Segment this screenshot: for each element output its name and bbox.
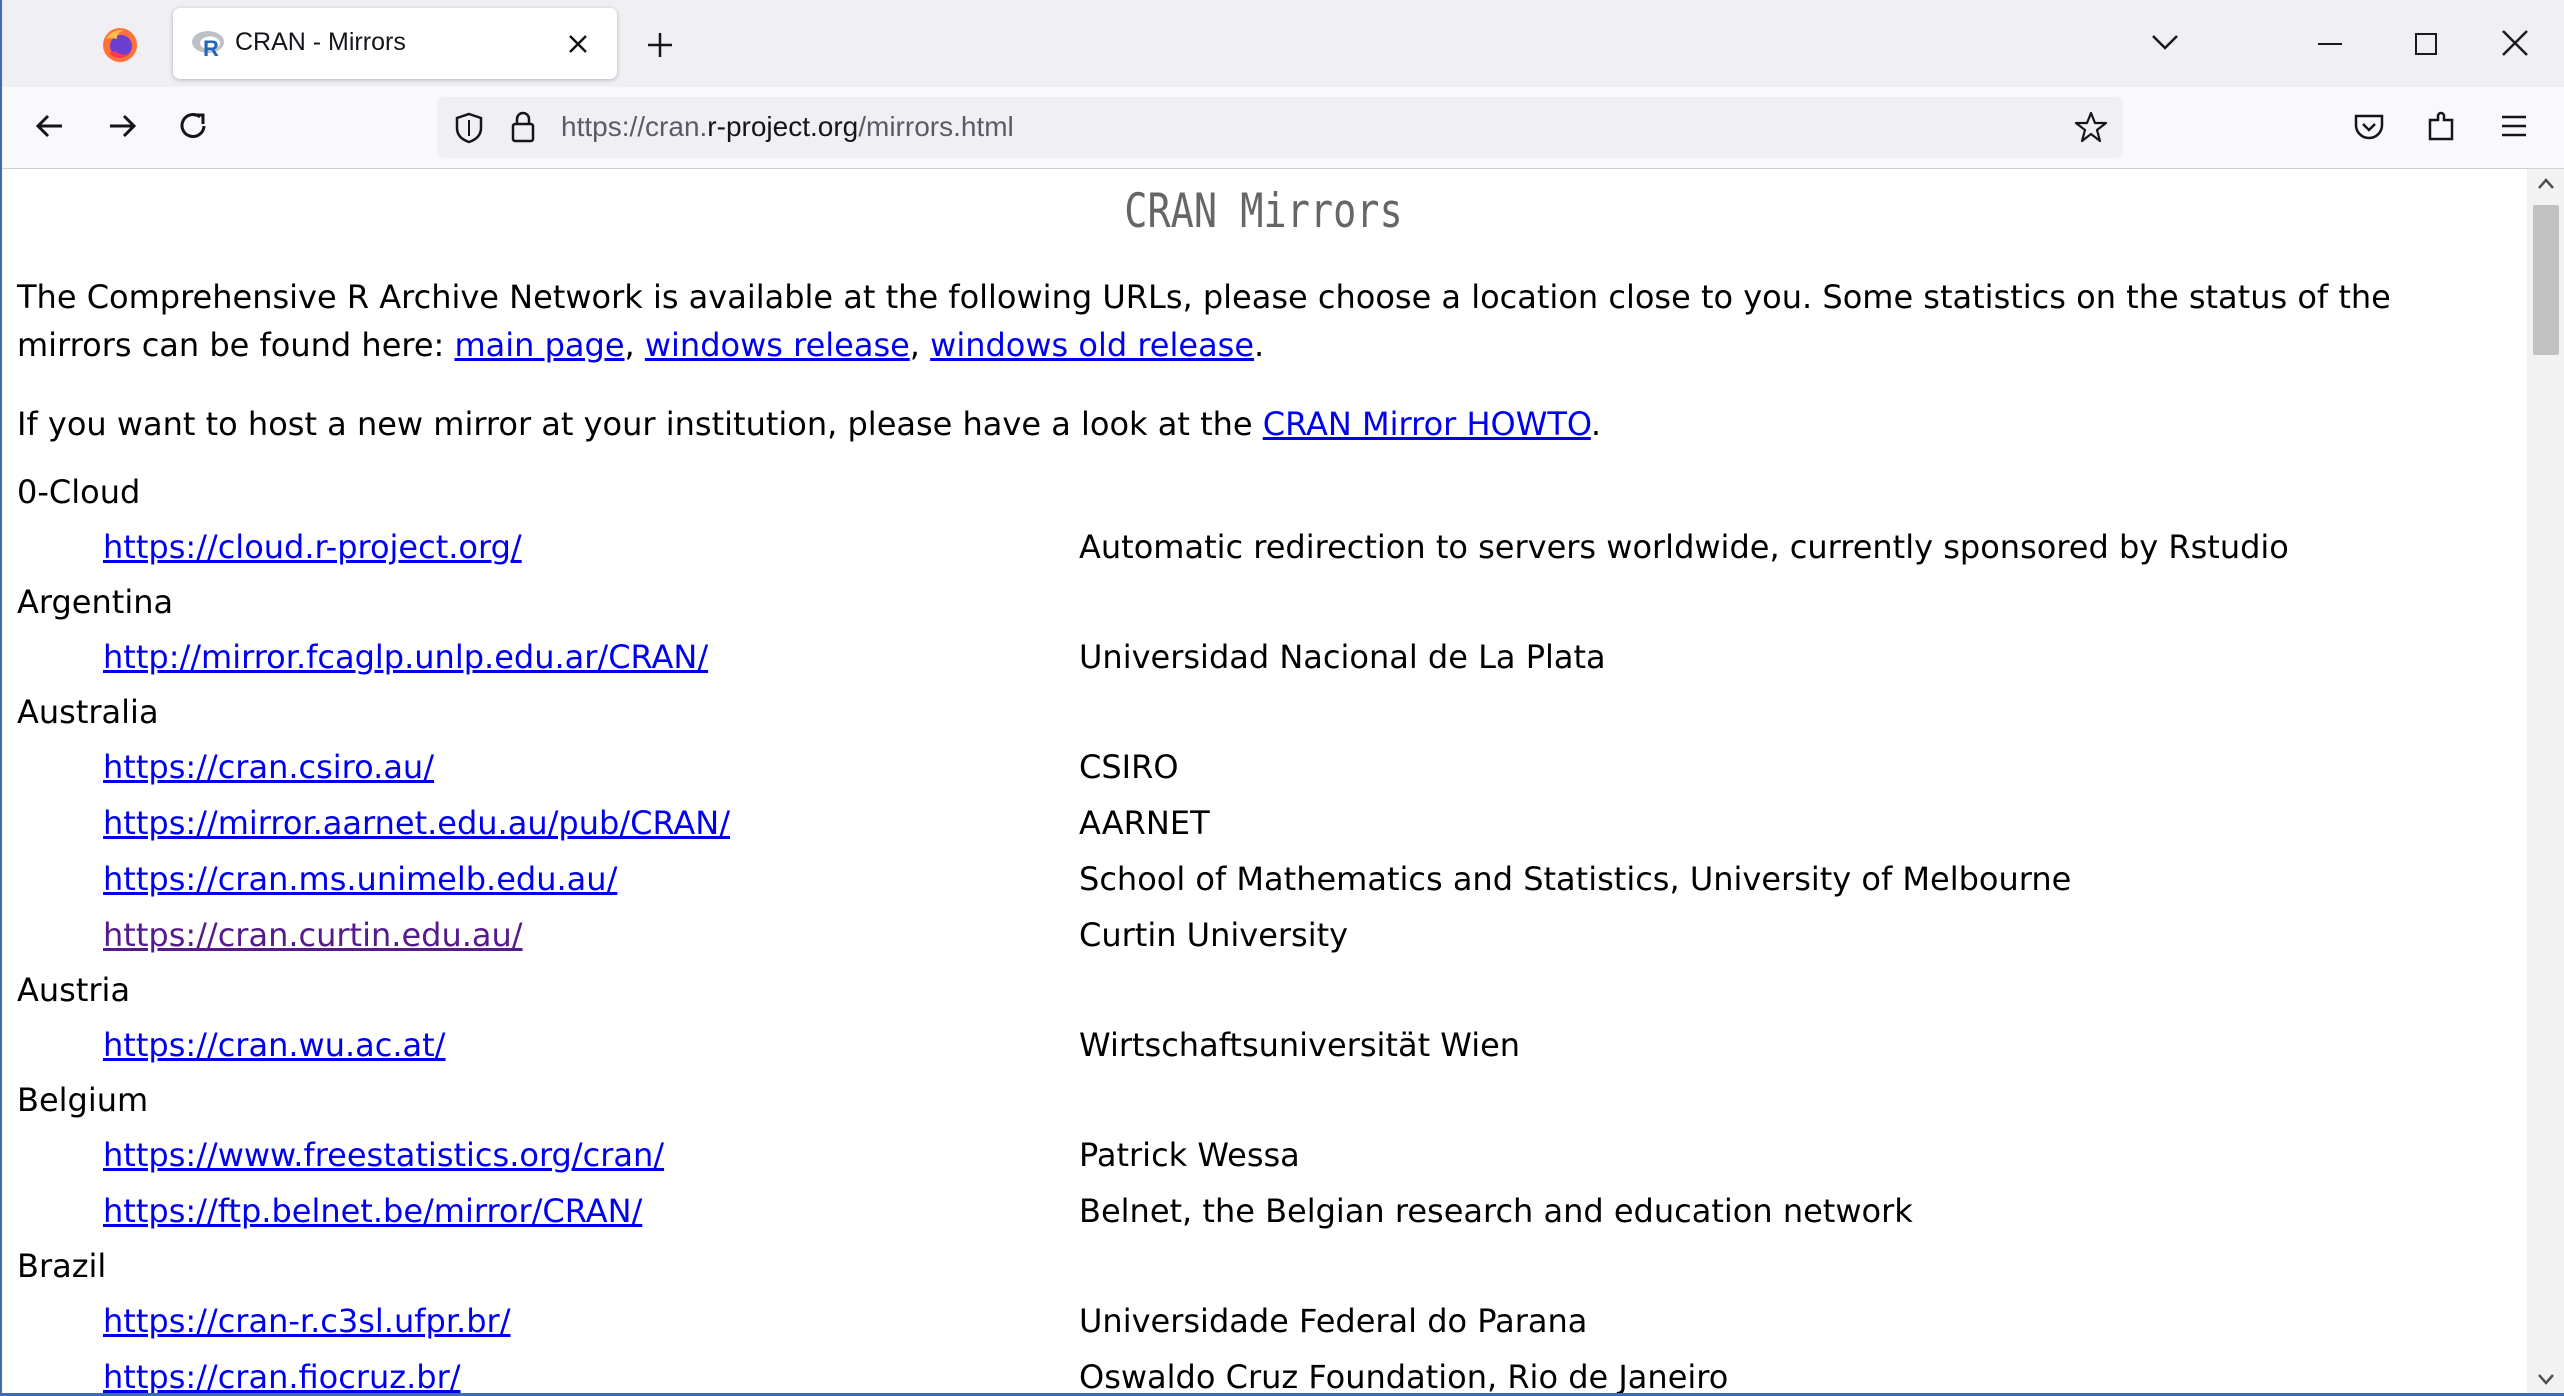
mirror-row: https://cran.wu.ac.at/Wirtschaftsunivers… — [0, 1017, 2527, 1073]
mirror-row: https://cloud.r-project.org/Automatic re… — [0, 519, 2527, 575]
country-heading: Belgium — [17, 1081, 149, 1119]
mirror-row: https://cran.fiocruz.br/Oswaldo Cruz Fou… — [0, 1349, 2527, 1396]
tab-cran-mirrors[interactable]: R CRAN - Mirrors — [173, 8, 617, 79]
main-page-link[interactable]: main page — [454, 326, 624, 364]
mirror-link[interactable]: https://cran.ms.unimelb.edu.au/ — [103, 851, 617, 907]
mirror-host: Wirtschaftsuniversität Wien — [1079, 1026, 1521, 1064]
mirror-host: School of Mathematics and Statistics, Un… — [1079, 860, 2072, 898]
scroll-down-arrow-icon[interactable] — [2537, 1372, 2555, 1386]
mirror-link[interactable]: https://cran-r.c3sl.ufpr.br/ — [103, 1293, 510, 1349]
windows-old-release-link[interactable]: windows old release — [930, 326, 1254, 364]
mirror-link[interactable]: https://mirror.aarnet.edu.au/pub/CRAN/ — [103, 795, 730, 851]
mirror-host: AARNET — [1079, 804, 1210, 842]
mirror-link[interactable]: https://cran.wu.ac.at/ — [103, 1017, 445, 1073]
url-text[interactable]: https://cran.r-project.org/mirrors.html — [561, 111, 1014, 143]
tab-strip: R CRAN - Mirrors — [0, 0, 2564, 87]
address-bar[interactable]: https://cran.r-project.org/mirrors.html — [437, 97, 2123, 158]
chevron-down-icon[interactable] — [2150, 32, 2180, 52]
page-title: CRAN Mirrors — [1124, 184, 1403, 239]
hamburger-menu-icon[interactable] — [2492, 104, 2536, 148]
country-heading: Brazil — [17, 1247, 107, 1285]
puzzle-icon[interactable] — [2420, 104, 2464, 148]
mirror-link[interactable]: https://cran.curtin.edu.au/ — [103, 907, 523, 963]
mirror-host: Universidad Nacional de La Plata — [1079, 638, 1606, 676]
url-path: /mirrors.html — [858, 111, 1014, 142]
country-heading: Austria — [17, 971, 131, 1009]
mirror-link[interactable]: https://ftp.belnet.be/mirror/CRAN/ — [103, 1183, 642, 1239]
close-icon[interactable] — [565, 31, 591, 57]
mirror-row: https://www.freestatistics.org/cran/Patr… — [0, 1127, 2527, 1183]
pocket-icon[interactable] — [2347, 104, 2391, 148]
windows-release-link[interactable]: windows release — [645, 326, 910, 364]
url-domain: r-project.org — [707, 111, 859, 142]
mirror-link[interactable]: https://cran.csiro.au/ — [103, 739, 434, 795]
navigation-toolbar: https://cran.r-project.org/mirrors.html — [0, 87, 2564, 169]
mirror-host: Patrick Wessa — [1079, 1136, 1300, 1174]
window-frame-left — [0, 0, 2, 1396]
lock-icon[interactable] — [509, 109, 537, 145]
scroll-up-arrow-icon[interactable] — [2537, 177, 2555, 191]
mirror-list: 0-Cloud https://cloud.r-project.org/Autom… — [0, 465, 2527, 1396]
mirror-link[interactable]: https://cran.fiocruz.br/ — [103, 1349, 461, 1396]
host-paragraph: If you want to host a new mirror at your… — [17, 405, 1601, 443]
mirror-host: Automatic redirection to servers worldwi… — [1079, 528, 2289, 566]
mirror-row: http://mirror.fcaglp.unlp.edu.ar/CRAN/Un… — [0, 629, 2527, 685]
r-logo-icon: R — [192, 31, 224, 59]
url-prefix: https://cran. — [561, 111, 708, 142]
maximize-button[interactable] — [2415, 33, 2437, 55]
mirror-link[interactable]: http://mirror.fcaglp.unlp.edu.ar/CRAN/ — [103, 629, 708, 685]
svg-text:R: R — [203, 36, 219, 59]
host-text: If you want to host a new mirror at your… — [17, 405, 1263, 443]
firefox-logo-icon[interactable] — [100, 25, 140, 65]
forward-arrow-icon[interactable] — [100, 104, 144, 148]
reload-icon[interactable] — [172, 104, 216, 148]
mirror-host: Belnet, the Belgian research and educati… — [1079, 1192, 1913, 1230]
mirror-link[interactable]: https://www.freestatistics.org/cran/ — [103, 1127, 664, 1183]
mirror-row: https://ftp.belnet.be/mirror/CRAN/Belnet… — [0, 1183, 2527, 1239]
mirror-host: CSIRO — [1079, 748, 1179, 786]
mirror-host: Oswaldo Cruz Foundation, Rio de Janeiro — [1079, 1358, 1729, 1396]
country-heading: Argentina — [17, 583, 174, 621]
mirror-row: https://cran.ms.unimelb.edu.au/School of… — [0, 851, 2527, 907]
page-content: CRAN Mirrors The Comprehensive R Archive… — [0, 169, 2527, 1396]
window-close-button[interactable] — [2500, 28, 2530, 58]
intro-paragraph: The Comprehensive R Archive Network is a… — [17, 278, 2391, 364]
star-icon[interactable] — [2073, 109, 2109, 145]
plus-icon[interactable] — [642, 27, 678, 63]
mirror-row: https://cran.curtin.edu.au/Curtin Univer… — [0, 907, 2527, 963]
mirror-host: Curtin University — [1079, 916, 1349, 954]
mirror-howto-link[interactable]: CRAN Mirror HOWTO — [1263, 405, 1591, 443]
mirror-row: https://cran-r.c3sl.ufpr.br/Universidade… — [0, 1293, 2527, 1349]
back-arrow-icon[interactable] — [28, 104, 72, 148]
tab-title: CRAN - Mirrors — [235, 28, 406, 56]
mirror-row: https://mirror.aarnet.edu.au/pub/CRAN/AA… — [0, 795, 2527, 851]
shield-icon[interactable] — [453, 111, 485, 145]
minimize-button[interactable] — [2318, 43, 2342, 45]
mirror-link[interactable]: https://cloud.r-project.org/ — [103, 519, 522, 575]
mirror-host: Universidade Federal do Parana — [1079, 1302, 1588, 1340]
mirror-row: https://cran.csiro.au/CSIRO — [0, 739, 2527, 795]
country-heading: Australia — [17, 693, 159, 731]
scrollbar-thumb[interactable] — [2533, 205, 2559, 355]
country-heading: 0-Cloud — [17, 473, 141, 511]
vertical-scrollbar[interactable] — [2527, 169, 2564, 1396]
